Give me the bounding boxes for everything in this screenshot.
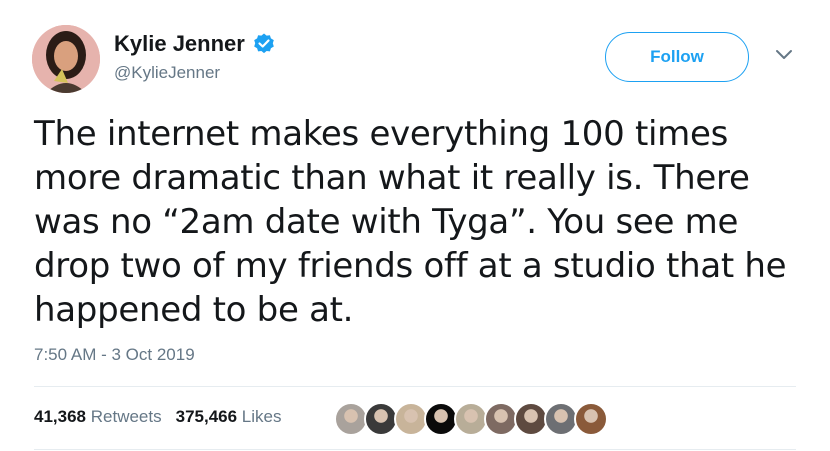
liker-avatar[interactable] [574,402,608,436]
likes-count: 375,466 [175,407,238,426]
author-avatar[interactable] [32,25,100,93]
tweet-line: drop two of my friends off at a studio t… [34,246,787,286]
tweet-line: was no “2am date with Tyga”. You see me [34,202,739,242]
liker-avatar[interactable] [544,402,578,436]
verified-badge-icon [254,33,274,54]
liker-avatar[interactable] [334,402,368,436]
tweet-text: The internet makes everything 100 times … [34,112,814,332]
liker-avatar[interactable] [514,402,548,436]
author-name[interactable]: Kylie Jenner [114,31,245,57]
liker-avatar[interactable] [454,402,488,436]
divider [34,449,796,450]
tweet-line: more dramatic than what it really is. Th… [34,158,750,198]
liker-avatar[interactable] [394,402,428,436]
likes-label: Likes [241,407,282,426]
author-name-row[interactable]: Kylie Jenner [114,31,276,57]
divider [34,386,796,387]
tweet-line: happened to be at. [34,290,354,330]
follow-button[interactable]: Follow [605,32,749,82]
retweets-stat[interactable]: 41,368 Retweets [34,407,162,427]
liker-avatar[interactable] [424,402,458,436]
chevron-down-icon[interactable] [774,48,794,62]
liker-avatar[interactable] [484,402,518,436]
liker-avatar[interactable] [364,402,398,436]
likes-stat[interactable]: 375,466 Likes [176,407,282,427]
tweet-timestamp[interactable]: 7:50 AM - 3 Oct 2019 [34,345,195,365]
liker-avatars [334,402,608,436]
tweet-stats: 41,368 Retweets 375,466 Likes [34,407,281,427]
author-handle[interactable]: @KylieJenner [114,63,220,83]
tweet-line: The internet makes everything 100 times [34,114,728,154]
avatar-image [32,25,100,93]
retweets-label: Retweets [90,407,162,426]
retweets-count: 41,368 [34,407,86,426]
